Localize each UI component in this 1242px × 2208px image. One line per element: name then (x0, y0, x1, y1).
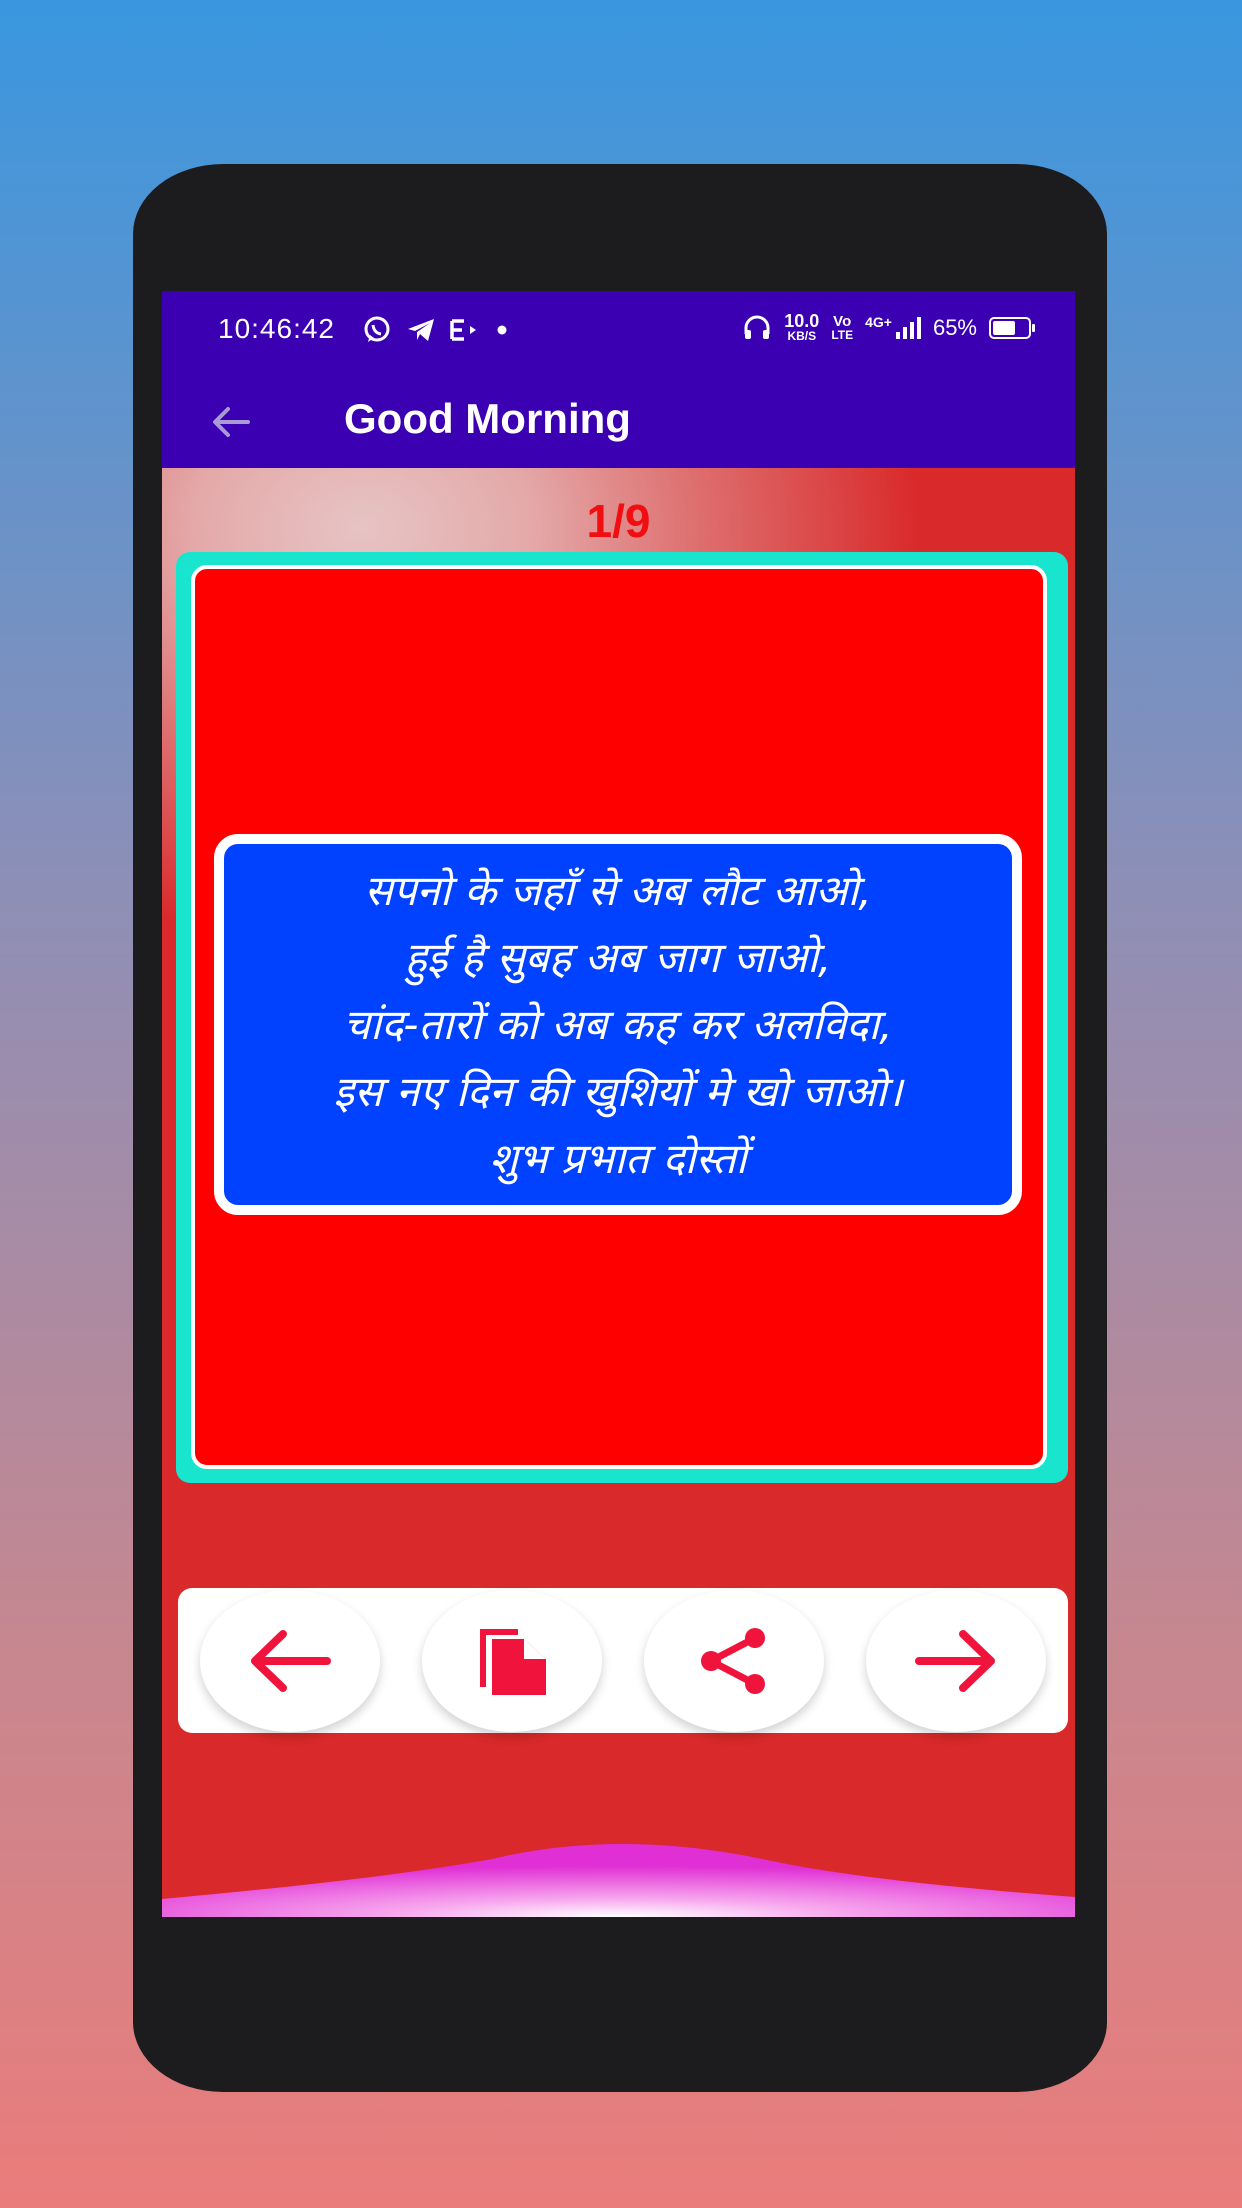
telegram-icon (408, 319, 434, 341)
quote-line: चांद-तारों को अब कह कर अलविदा, (343, 1000, 893, 1049)
quote-box: सपनो के जहाँ से अब लौट आओ, हुई है सुबह अ… (214, 834, 1022, 1215)
network-speed-value: 10.0 (784, 311, 820, 331)
quote-line: इस नए दिन की खुशियों मे खो जाओ। (333, 1067, 903, 1116)
arrow-right-icon (915, 1630, 995, 1692)
battery-fill (993, 320, 1016, 335)
battery-percent: 65% (932, 314, 977, 340)
page-title: Good Morning (344, 395, 631, 442)
previous-button[interactable] (200, 1590, 380, 1732)
content-area: 1/9 सपनो के जहाँ से अब लौट आओ, हुई है सु… (162, 468, 1075, 1917)
volte-indicator: Vo LTE (831, 314, 853, 341)
network-speed: 10.0 KB/S (784, 311, 820, 343)
next-button[interactable] (866, 1590, 1046, 1732)
share-button[interactable] (644, 1590, 824, 1732)
notification-icons (362, 315, 508, 345)
page-counter: 1/9 (586, 495, 651, 547)
volte-top: Vo (833, 313, 852, 330)
email-app-icon (450, 319, 476, 341)
system-icons: 10.0 KB/S Vo LTE 4G+ 65% (742, 311, 1035, 343)
headset-icon (744, 315, 770, 339)
arrow-left-icon (251, 1630, 331, 1692)
share-icon (701, 1628, 765, 1694)
quote-line: सपनो के जहाँ से अब लौट आओ, (364, 866, 872, 915)
network-speed-unit: KB/S (787, 329, 817, 343)
copy-button[interactable] (422, 1590, 602, 1732)
copy-icon (480, 1629, 546, 1695)
decorative-wave (162, 1844, 1075, 1917)
signal-indicator: 4G+ (865, 313, 921, 340)
status-bar: 10:46:42 10.0 KB/S Vo LTE 4G+ 65% (162, 291, 1075, 371)
quote-line: हुई है सुबह अब जाग जाओ, (404, 933, 832, 982)
app-screen: 10:46:42 10.0 KB/S Vo LTE 4G+ 65% Good M… (162, 291, 1075, 1917)
app-bar: Good Morning (162, 371, 1075, 468)
battery-icon (989, 316, 1035, 339)
network-type: 4G+ (865, 313, 892, 330)
action-toolbar (178, 1588, 1068, 1733)
signal-strength-icon (895, 316, 921, 339)
back-arrow-icon[interactable] (206, 397, 256, 447)
volte-bottom: LTE (831, 328, 854, 342)
quote-card-frame: सपनो के जहाँ से अब लौट आओ, हुई है सुबह अ… (176, 552, 1068, 1483)
quote-line: शुभ प्रभात दोस्तों (489, 1134, 747, 1183)
quote-card[interactable]: सपनो के जहाँ से अब लौट आओ, हुई है सुबह अ… (191, 565, 1047, 1469)
whatsapp-icon (364, 316, 390, 342)
status-time: 10:46:42 (218, 313, 335, 344)
more-notifications-dot-icon (497, 325, 507, 335)
